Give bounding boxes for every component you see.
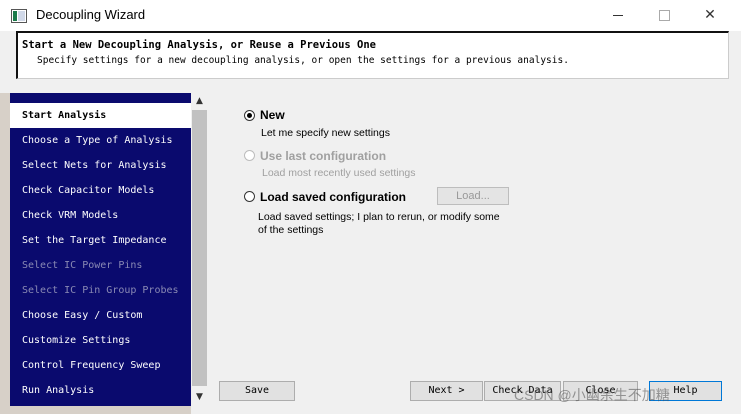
decoupling-wizard-window: Decoupling Wizard ✕ Start a New Decoupli… xyxy=(0,0,741,414)
nav-item-check-capacitor-models[interactable]: Check Capacitor Models xyxy=(10,178,191,203)
nav-item-target-impedance[interactable]: Set the Target Impedance xyxy=(10,228,191,253)
maximize-button[interactable] xyxy=(641,0,687,31)
watermark-text: CSDN @小幽余生不加糖 xyxy=(514,387,670,403)
nav-item-select-nets[interactable]: Select Nets for Analysis xyxy=(10,153,191,178)
option-use-last-label: Use last configuration xyxy=(260,149,387,163)
left-edge-strip xyxy=(0,93,10,414)
main-pane: New Let me specify new settings Use last… xyxy=(208,93,741,414)
title-bar[interactable]: Decoupling Wizard ✕ xyxy=(0,0,741,31)
radio-new[interactable] xyxy=(244,110,255,121)
next-button[interactable]: Next > xyxy=(410,381,483,401)
nav-item-frequency-sweep[interactable]: Control Frequency Sweep xyxy=(10,353,191,378)
nav-item-customize-settings[interactable]: Customize Settings xyxy=(10,328,191,353)
option-new-desc: Let me specify new settings xyxy=(261,127,390,139)
radio-load-saved[interactable] xyxy=(244,191,255,202)
close-window-button[interactable]: ✕ xyxy=(687,0,733,31)
nav-item-ic-power-pins: Select IC Power Pins xyxy=(22,260,143,271)
window-title: Decoupling Wizard xyxy=(36,7,146,22)
wizard-header: Start a New Decoupling Analysis, or Reus… xyxy=(16,31,729,79)
nav-item-run-analysis[interactable]: Run Analysis xyxy=(10,378,191,403)
nav-item-check-vrm-models[interactable]: Check VRM Models xyxy=(10,203,191,228)
maximize-icon xyxy=(658,9,670,21)
app-icon xyxy=(11,9,27,23)
header-subtitle: Specify settings for a new decoupling an… xyxy=(37,55,569,66)
nav-bottom-strip xyxy=(10,406,191,414)
scroll-down-icon[interactable]: ▼ xyxy=(191,389,208,406)
close-icon: ✕ xyxy=(704,7,716,23)
scroll-up-icon[interactable]: ▲ xyxy=(191,93,208,110)
minimize-button[interactable] xyxy=(595,0,641,31)
wizard-step-list: Start Analysis Choose a Type of Analysis… xyxy=(10,93,191,406)
load-button: Load... xyxy=(437,187,509,205)
minimize-icon xyxy=(613,14,623,16)
nav-item-ic-pin-group-probes: Select IC Pin Group Probes xyxy=(22,285,179,296)
header-title: Start a New Decoupling Analysis, or Reus… xyxy=(22,39,377,51)
nav-scrollbar[interactable]: ▲ ▼ xyxy=(191,93,208,406)
option-new-label[interactable]: New xyxy=(260,108,285,122)
option-load-saved-desc: Load saved settings; I plan to rerun, or… xyxy=(258,211,500,236)
scrollbar-thumb[interactable] xyxy=(192,110,207,386)
option-use-last-desc: Load most recently used settings xyxy=(262,167,416,179)
nav-item-choose-type[interactable]: Choose a Type of Analysis xyxy=(10,128,191,153)
nav-item-easy-custom[interactable]: Choose Easy / Custom xyxy=(10,303,191,328)
save-button[interactable]: Save xyxy=(219,381,295,401)
radio-use-last xyxy=(244,150,255,161)
option-load-saved-label[interactable]: Load saved configuration xyxy=(260,190,406,204)
nav-item-start-analysis[interactable]: Start Analysis xyxy=(10,103,191,128)
